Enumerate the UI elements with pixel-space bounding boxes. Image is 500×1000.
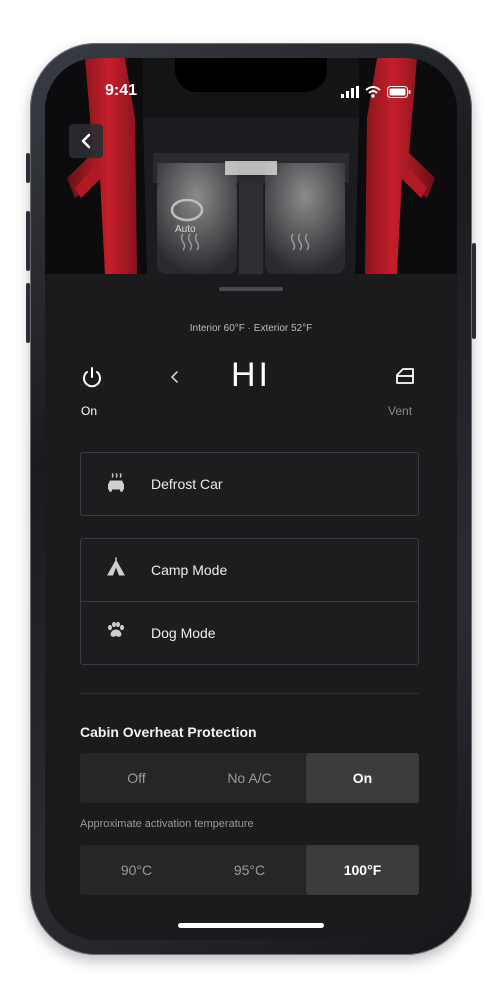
climate-controls: On HI Vent	[45, 356, 457, 418]
chevron-left-icon	[170, 371, 178, 383]
steering-heat-auto-label[interactable]: Auto	[175, 224, 196, 235]
volume-up-button	[26, 211, 30, 271]
overheat-option-off[interactable]: Off	[80, 753, 193, 803]
tent-icon	[105, 557, 127, 583]
battery-icon	[387, 85, 411, 103]
interior-exterior-temps: Interior 60°F · Exterior 52°F	[189, 323, 313, 334]
cabin-overheat-title: Cabin Overheat Protection	[80, 724, 257, 740]
overheat-option-on[interactable]: On	[306, 753, 419, 803]
notch	[175, 58, 327, 92]
section-divider	[80, 693, 419, 694]
dog-mode-label: Dog Mode	[151, 625, 216, 641]
status-time: 9:41	[105, 82, 138, 99]
signal-icon	[341, 85, 359, 103]
decrease-temp-button[interactable]	[169, 368, 181, 391]
window-vent-icon	[396, 368, 414, 384]
temperature-setting: HI	[231, 356, 271, 394]
status-icons	[341, 85, 411, 103]
back-button[interactable]	[69, 124, 103, 158]
sheet-drag-handle[interactable]	[219, 287, 283, 291]
defrost-icon	[105, 471, 127, 498]
home-indicator[interactable]	[178, 923, 324, 928]
paw-icon	[105, 621, 125, 646]
camp-mode-label: Camp Mode	[151, 562, 228, 578]
dog-mode-button[interactable]: Dog Mode	[81, 601, 418, 664]
chevron-left-icon	[81, 133, 91, 149]
wifi-icon	[365, 85, 381, 103]
temp-option-100[interactable]: 100°F	[306, 845, 419, 895]
car-cabin-view: 9:41 Auto	[45, 58, 457, 274]
defrost-card: Defrost Car	[80, 452, 419, 516]
overheat-mode-selector: Off No A/C On	[80, 753, 419, 803]
power-icon	[83, 367, 101, 388]
power-toggle[interactable]	[81, 366, 103, 395]
power-button	[472, 243, 476, 339]
vent-button[interactable]	[394, 366, 416, 391]
defrost-car-label: Defrost Car	[151, 476, 223, 492]
defrost-car-button[interactable]: Defrost Car	[81, 453, 418, 515]
activation-temperature-selector: 90°C 95°C 100°F	[80, 845, 419, 895]
silent-switch	[26, 153, 30, 183]
temp-option-90[interactable]: 90°C	[80, 845, 193, 895]
camp-mode-button[interactable]: Camp Mode	[81, 539, 418, 601]
overheat-option-no-ac[interactable]: No A/C	[193, 753, 306, 803]
volume-down-button	[26, 283, 30, 343]
power-label: On	[81, 404, 98, 418]
modes-card: Camp Mode Dog Mode	[80, 538, 419, 665]
activation-temperature-label: Approximate activation temperature	[80, 818, 254, 830]
vent-label: Vent	[388, 404, 413, 418]
temp-option-95[interactable]: 95°C	[193, 845, 306, 895]
app-screen: 9:41 Auto Interior 60°F · Exterior 52°F …	[45, 58, 457, 940]
